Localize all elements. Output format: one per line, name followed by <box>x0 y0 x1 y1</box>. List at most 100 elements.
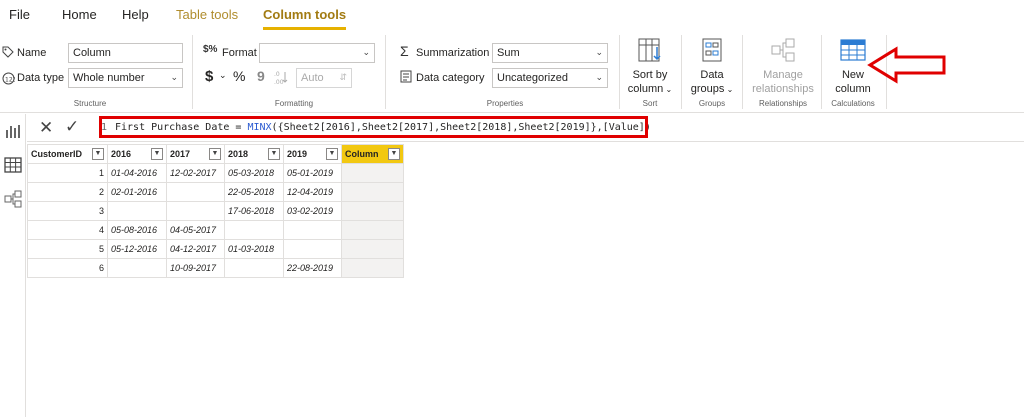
stepper-icon: ⇵ <box>339 72 347 82</box>
table-cell[interactable]: 04-05-2017 <box>166 220 225 240</box>
tag-icon <box>2 46 14 61</box>
report-view-icon[interactable] <box>4 122 22 140</box>
table-cell[interactable]: 2 <box>27 182 108 202</box>
name-field[interactable] <box>68 43 183 63</box>
groups-group-label: Groups <box>698 99 726 108</box>
chevron-down-icon[interactable]: ▼ <box>388 148 400 160</box>
column-header[interactable]: 2017 ▼ <box>166 144 225 164</box>
column-header-label: 2019 <box>287 149 308 159</box>
sigma-icon: Σ <box>400 43 409 59</box>
formula-highlight-box <box>99 116 648 138</box>
svg-text:.0: .0 <box>274 71 280 78</box>
decimal-places-field[interactable]: Auto ⇵ <box>296 68 352 88</box>
tab-column-tools[interactable]: Column tools <box>263 7 347 30</box>
table-cell[interactable] <box>283 239 342 259</box>
table-cell[interactable]: 01-04-2016 <box>107 163 167 183</box>
table-cell[interactable]: 5 <box>27 239 108 259</box>
format-select[interactable]: ⌄ <box>259 43 375 63</box>
table-cell[interactable] <box>283 220 342 240</box>
table-cell[interactable]: 3 <box>27 201 108 221</box>
table-cell[interactable]: 4 <box>27 220 108 240</box>
commit-formula-icon[interactable]: ✓ <box>65 117 79 137</box>
table-cell[interactable]: 05-03-2018 <box>224 163 284 183</box>
manage-relationships-button[interactable]: Manage relationships <box>749 36 817 96</box>
data-category-label: Data category <box>416 72 485 84</box>
table-cell[interactable] <box>341 182 404 202</box>
data-view-icon[interactable] <box>4 156 22 174</box>
table-cell[interactable]: 1 <box>27 163 108 183</box>
divider <box>681 35 682 109</box>
table-cell[interactable] <box>341 163 404 183</box>
decimal-places-icon[interactable]: .0.00 <box>274 69 290 88</box>
cancel-formula-icon[interactable]: ✕ <box>39 118 53 138</box>
column-header[interactable]: CustomerID ▼ <box>27 144 108 164</box>
table-cell[interactable] <box>166 201 225 221</box>
table-cell[interactable]: 01-03-2018 <box>224 239 284 259</box>
table-cell[interactable]: 05-08-2016 <box>107 220 167 240</box>
annotation-arrow-icon <box>867 46 946 84</box>
chevron-down-icon[interactable]: ▼ <box>209 148 221 160</box>
comma-button[interactable]: 9 <box>257 68 265 84</box>
tab-help[interactable]: Help <box>122 7 149 22</box>
chevron-down-icon[interactable]: ▼ <box>268 148 280 160</box>
column-header[interactable]: 2019 ▼ <box>283 144 342 164</box>
table-cell[interactable] <box>166 182 225 202</box>
table-cell[interactable]: 6 <box>27 258 108 278</box>
table-cell[interactable] <box>224 220 284 240</box>
currency-button[interactable]: $ <box>205 68 213 85</box>
table-cell[interactable] <box>341 239 404 259</box>
table-cell[interactable]: 05-12-2016 <box>107 239 167 259</box>
table-cell[interactable]: 10-09-2017 <box>166 258 225 278</box>
divider <box>619 35 620 109</box>
column-header[interactable]: 2016 ▼ <box>107 144 167 164</box>
svg-text:.00: .00 <box>274 79 284 85</box>
chevron-down-icon: ⌄ <box>170 72 178 82</box>
summarization-label: Summarization <box>416 47 490 59</box>
column-header-new[interactable]: Column ▼ <box>341 144 404 164</box>
summarization-value: Sum <box>497 47 520 59</box>
data-groups-button[interactable]: Data groups ⌄ <box>686 36 738 97</box>
chevron-down-icon: ⌄ <box>724 85 734 94</box>
tab-table-tools[interactable]: Table tools <box>176 7 238 22</box>
divider <box>385 35 386 109</box>
table-cell[interactable]: 17-06-2018 <box>224 201 284 221</box>
datatype-select[interactable]: Whole number ⌄ <box>68 68 183 88</box>
summarization-select[interactable]: Sum ⌄ <box>492 43 608 63</box>
table-cell[interactable]: 22-08-2019 <box>283 258 342 278</box>
table-cell[interactable]: 03-02-2019 <box>283 201 342 221</box>
table-cell[interactable] <box>107 201 167 221</box>
table-cell[interactable] <box>224 258 284 278</box>
chevron-down-icon[interactable]: ▼ <box>326 148 338 160</box>
column-header[interactable]: 2018 ▼ <box>224 144 284 164</box>
table-cell[interactable] <box>341 220 404 240</box>
table-cell[interactable] <box>107 258 167 278</box>
table-cell[interactable] <box>341 258 404 278</box>
tab-file[interactable]: File <box>9 7 30 22</box>
chevron-down-icon[interactable]: ⌄ <box>219 70 227 81</box>
model-view-icon[interactable] <box>4 190 22 208</box>
table-cell[interactable]: 12-04-2019 <box>283 182 342 202</box>
table-row: 5 05-12-2016 04-12-2017 01-03-2018 <box>27 239 404 259</box>
data-category-select[interactable]: Uncategorized ⌄ <box>492 68 608 88</box>
table-cell[interactable]: 04-12-2017 <box>166 239 225 259</box>
table-cell[interactable]: 02-01-2016 <box>107 182 167 202</box>
chevron-down-icon: ⌄ <box>663 85 673 94</box>
table-cell[interactable]: 22-05-2018 <box>224 182 284 202</box>
table-cell[interactable]: 12-02-2017 <box>166 163 225 183</box>
percent-button[interactable]: % <box>233 68 245 84</box>
table-cell[interactable] <box>341 201 404 221</box>
formatting-group-label: Formatting <box>274 99 314 108</box>
chevron-down-icon: ⌄ <box>362 47 370 57</box>
divider <box>192 35 193 109</box>
data-groups-icon <box>702 38 722 62</box>
sort-group-label: Sort <box>642 99 658 108</box>
column-header-label: 2017 <box>170 149 191 159</box>
column-header-label: 2018 <box>228 149 249 159</box>
chevron-down-icon[interactable]: ▼ <box>92 148 104 160</box>
data-groups-label-1: Data <box>700 69 724 81</box>
chevron-down-icon[interactable]: ▼ <box>151 148 163 160</box>
tab-home[interactable]: Home <box>62 7 97 22</box>
relationships-label-2: relationships <box>752 83 814 95</box>
sort-by-column-button[interactable]: Sort by column ⌄ <box>625 36 675 97</box>
table-cell[interactable]: 05-01-2019 <box>283 163 342 183</box>
